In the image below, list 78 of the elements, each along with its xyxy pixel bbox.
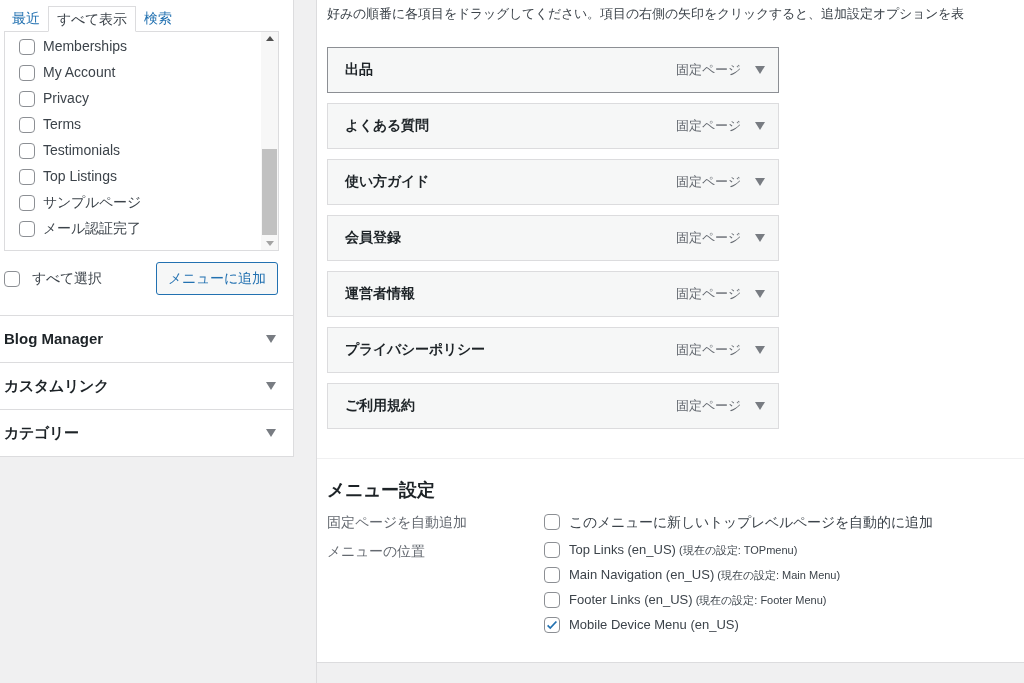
menu-item[interactable]: よくある質問 固定ページ [327,102,779,149]
checkmark-icon [545,618,559,632]
item-title: プライバシーポリシー [345,340,486,359]
section-title: カテゴリー [4,422,79,443]
page-label: Memberships [43,37,128,56]
caret-icon[interactable] [755,121,765,130]
item-title: 会員登録 [345,228,402,247]
caret-icon[interactable] [755,401,765,410]
add-to-menu-button[interactable]: メニューに追加 [156,262,278,295]
checkbox[interactable] [544,514,560,530]
checkbox[interactable] [19,142,35,159]
item-title: 運営者情報 [345,284,416,303]
checkbox[interactable] [19,168,35,185]
checkbox[interactable] [544,567,560,583]
menu-item[interactable]: 出品 固定ページ [327,46,779,93]
checkbox[interactable] [19,220,35,237]
caret-icon[interactable] [266,429,276,437]
menu-item[interactable]: 運営者情報 固定ページ [327,270,779,317]
checkbox[interactable] [19,64,35,81]
scroll-down-icon[interactable] [265,241,274,246]
caret-icon[interactable] [755,345,765,354]
scroll-thumb[interactable] [262,149,277,235]
scroll-up-icon[interactable] [265,36,274,41]
accordion-section[interactable]: カスタムリンク [0,362,293,409]
settings-heading: メニュー設定 [327,478,436,502]
item-type: 固定ページ [676,284,741,303]
checkbox[interactable] [19,116,35,133]
location-label: Main Navigation (en_US) (現在の設定: Main Menu) [569,566,841,585]
menu-item[interactable]: ご利用規約 固定ページ [327,382,779,429]
caret-icon[interactable] [266,382,276,390]
option-label: このメニューに新しいトップレベルページを自動的に追加 [569,512,933,532]
checkbox[interactable] [4,270,20,287]
item-type: 固定ページ [676,116,741,135]
page-label: サンプルページ [43,193,141,212]
accordion-section[interactable]: Blog Manager [0,315,293,362]
checkbox[interactable] [544,542,560,558]
checkbox[interactable] [19,38,35,55]
menu-item[interactable]: プライバシーポリシー 固定ページ [327,326,779,373]
caret-icon[interactable] [755,233,765,242]
caret-icon[interactable] [755,289,765,298]
checkbox[interactable] [19,90,35,107]
checkbox[interactable] [544,617,560,633]
item-type: 固定ページ [676,172,741,191]
tab[interactable]: すべて表示 [48,6,136,32]
menu-item[interactable]: 使い方ガイド 固定ページ [327,158,779,205]
setting-label: 固定ページを自動追加 [327,512,468,532]
setting-label: メニューの位置 [327,541,426,561]
item-title: ご利用規約 [345,396,416,415]
caret-icon[interactable] [755,177,765,186]
section-title: カスタムリンク [4,375,109,396]
tab[interactable]: 検索 [136,5,180,31]
item-type: 固定ページ [676,396,741,415]
location-label: Top Links (en_US) (現在の設定: TOPmenu) [569,541,798,560]
item-title: 出品 [345,60,374,79]
select-all-label: すべて選択 [32,269,102,288]
tab[interactable]: 最近 [4,5,48,31]
page-label: Terms [43,115,82,134]
page-label: Top Listings [43,167,117,186]
scrollbar[interactable] [261,32,278,250]
accordion-section[interactable]: カテゴリー [0,409,293,456]
instructions: 好みの順番に各項目をドラッグしてください。項目の右側の矢印をクリックすると、追加設定オプションを表 [327,5,965,23]
caret-icon[interactable] [755,65,765,74]
item-type: 固定ページ [676,228,741,247]
item-type: 固定ページ [676,60,741,79]
page-label: My Account [43,63,116,82]
item-title: よくある質問 [345,116,430,135]
checkbox[interactable] [544,592,560,608]
page-label: Testimonials [43,141,121,160]
page-label: Privacy [43,89,89,108]
page-label: メール認証完了 [43,219,141,238]
location-label: Mobile Device Menu (en_US) [569,616,739,635]
caret-icon[interactable] [266,335,276,343]
location-label: Footer Links (en_US) (現在の設定: Footer Menu) [569,591,827,610]
menu-item[interactable]: 会員登録 固定ページ [327,214,779,261]
checkbox[interactable] [19,194,35,211]
item-title: 使い方ガイド [345,172,430,191]
item-type: 固定ページ [676,340,741,359]
section-title: Blog Manager [4,328,104,349]
